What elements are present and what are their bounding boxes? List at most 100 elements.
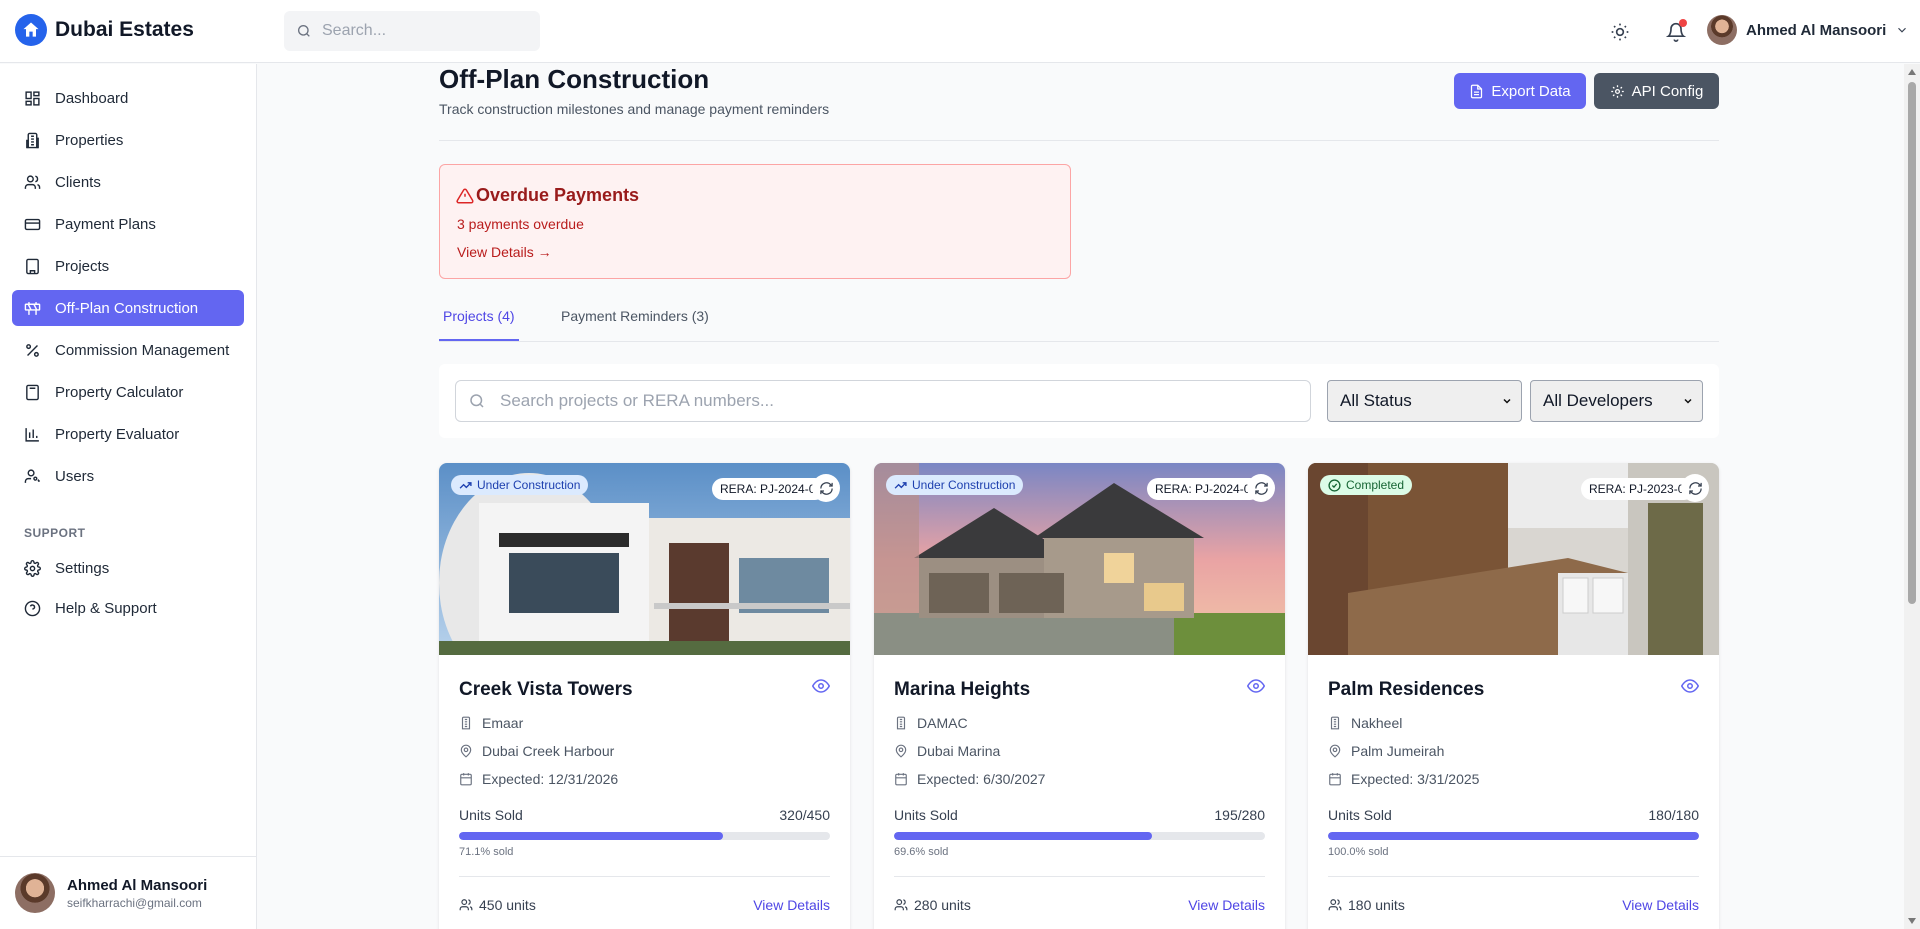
- sidebar-item-settings[interactable]: Settings: [12, 550, 244, 586]
- sidebar-item-projects[interactable]: Projects: [12, 248, 244, 284]
- sidebar-item-label: Projects: [55, 257, 110, 275]
- project-developer: Nakheel: [1328, 715, 1402, 731]
- calendar-icon: [1329, 773, 1341, 786]
- view-details-link[interactable]: View Details: [753, 897, 830, 913]
- eye-icon[interactable]: [812, 677, 830, 695]
- alert-text: 3 payments overdue: [457, 216, 584, 232]
- refresh-button[interactable]: [1247, 474, 1275, 502]
- refresh-icon: [1688, 481, 1702, 495]
- refresh-button[interactable]: [1681, 474, 1709, 502]
- project-expected-text: Expected: 12/31/2026: [482, 771, 619, 787]
- project-image: Completed RERA: PJ-2023-0: [1308, 463, 1719, 655]
- chevron-down-icon: [1898, 27, 1907, 33]
- trending-up-icon: [894, 481, 907, 489]
- status-select[interactable]: All Status: [1327, 380, 1522, 422]
- sidebar-user-email: seifkharrachi@gmail.com: [67, 895, 202, 910]
- scroll-down-arrow[interactable]: [1908, 918, 1916, 924]
- eye-icon[interactable]: [1681, 677, 1699, 695]
- construction-icon: [24, 301, 41, 315]
- sold-progress-bar: [1328, 832, 1699, 840]
- total-units: 180 units: [1328, 897, 1405, 913]
- brand-name: Dubai Estates: [55, 18, 194, 41]
- user-name: Ahmed Al Mansoori: [1746, 21, 1887, 39]
- scroll-thumb[interactable]: [1908, 82, 1916, 604]
- view-details-link[interactable]: View Details: [1188, 897, 1265, 913]
- export-data-button[interactable]: Export Data: [1454, 73, 1586, 109]
- search-icon: [470, 394, 484, 408]
- refresh-icon: [1254, 481, 1268, 495]
- sidebar-item-off-plan-construction[interactable]: Off-Plan Construction: [12, 290, 244, 326]
- status-badge: Under Construction: [451, 475, 589, 495]
- project-expected-text: Expected: 3/31/2025: [1351, 771, 1480, 787]
- sold-progress-bar: [459, 832, 830, 840]
- project-search-input[interactable]: [500, 391, 1260, 411]
- header-divider: [439, 140, 1719, 141]
- project-card: Under Construction RERA: PJ-2024-0 Marin…: [874, 463, 1285, 929]
- theme-toggle-button[interactable]: [1604, 16, 1636, 48]
- refresh-button[interactable]: [812, 474, 840, 502]
- calendar-icon: [460, 773, 472, 786]
- calendar-icon: [895, 773, 907, 786]
- user-menu[interactable]: Ahmed Al Mansoori: [1707, 15, 1909, 45]
- sidebar-item-clients[interactable]: Clients: [12, 164, 244, 200]
- search-icon: [298, 25, 310, 37]
- help-icon: [24, 600, 41, 616]
- project-image: Under Construction RERA: PJ-2024-0: [874, 463, 1285, 655]
- project-developer-text: Nakheel: [1351, 715, 1403, 731]
- sidebar-item-commission-management[interactable]: Commission Management: [12, 332, 244, 368]
- global-search-input[interactable]: [322, 22, 522, 40]
- sold-progress-fill: [894, 832, 1153, 840]
- sidebar-item-label: Commission Management: [55, 341, 230, 359]
- sidebar-nav: Dashboard Properties Clients Payment Pla…: [12, 80, 244, 500]
- units-sold-label: Units Sold: [459, 807, 523, 823]
- units-sold-value: 180/180: [1648, 807, 1699, 823]
- bar-chart-icon: [25, 427, 39, 442]
- users-icon: [894, 899, 908, 911]
- map-pin-icon: [1329, 744, 1341, 758]
- notifications-button[interactable]: [1660, 16, 1692, 48]
- project-developer-text: DAMAC: [917, 715, 968, 731]
- building-icon: [461, 716, 471, 730]
- page-scrollbar[interactable]: [1904, 64, 1920, 929]
- tab-projects[interactable]: Projects (4): [439, 308, 519, 341]
- page-subtitle: Track construction milestones and manage…: [439, 101, 830, 117]
- view-details-link[interactable]: View Details: [1622, 897, 1699, 913]
- sidebar-item-users[interactable]: Users: [12, 458, 244, 494]
- sidebar-user-profile[interactable]: Ahmed Al Mansoori seifkharrachi@gmail.co…: [0, 856, 256, 929]
- top-bar: Dubai Estates Ahmed Al Mansoori: [0, 0, 1920, 63]
- sold-percent: 71.1% sold: [459, 846, 514, 858]
- sold-percent: 69.6% sold: [894, 846, 949, 858]
- global-search[interactable]: [284, 11, 540, 51]
- status-badge: Under Construction: [886, 475, 1024, 495]
- sold-progress-fill: [459, 832, 723, 840]
- status-badge-text: Completed: [1346, 478, 1405, 492]
- project-search[interactable]: [455, 380, 1311, 422]
- project-name: Palm Residences: [1328, 679, 1485, 700]
- users-icon: [24, 174, 41, 189]
- sidebar-item-property-evaluator[interactable]: Property Evaluator: [12, 416, 244, 452]
- card-divider: [894, 876, 1265, 877]
- brand[interactable]: Dubai Estates: [15, 14, 194, 46]
- eye-icon[interactable]: [1247, 677, 1265, 695]
- sidebar-item-label: Property Evaluator: [55, 425, 180, 443]
- project-expected-text: Expected: 6/30/2027: [917, 771, 1046, 787]
- card-divider: [459, 876, 830, 877]
- percent-icon: [26, 343, 39, 357]
- sidebar-item-properties[interactable]: Properties: [12, 122, 244, 158]
- alert-view-details-link[interactable]: View Details →: [457, 244, 552, 260]
- developer-select[interactable]: All Developers: [1530, 380, 1703, 422]
- sidebar-item-property-calculator[interactable]: Property Calculator: [12, 374, 244, 410]
- api-config-button[interactable]: API Config: [1594, 73, 1719, 109]
- tab-payment-reminders[interactable]: Payment Reminders (3): [557, 308, 713, 341]
- sidebar-item-payment-plans[interactable]: Payment Plans: [12, 206, 244, 242]
- alert-title-text: Overdue Payments: [476, 185, 640, 205]
- sidebar-item-dashboard[interactable]: Dashboard: [12, 80, 244, 116]
- tabs: Projects (4) Payment Reminders (3): [439, 300, 1719, 342]
- sidebar-item-help-support[interactable]: Help & Support: [12, 590, 244, 626]
- sold-percent: 100.0% sold: [1328, 846, 1389, 858]
- scroll-up-arrow[interactable]: [1908, 69, 1916, 75]
- office-icon: [26, 258, 39, 274]
- main-content: Off-Plan Construction Track construction…: [257, 64, 1903, 929]
- project-location-text: Dubai Creek Harbour: [482, 743, 615, 759]
- refresh-icon: [819, 481, 833, 495]
